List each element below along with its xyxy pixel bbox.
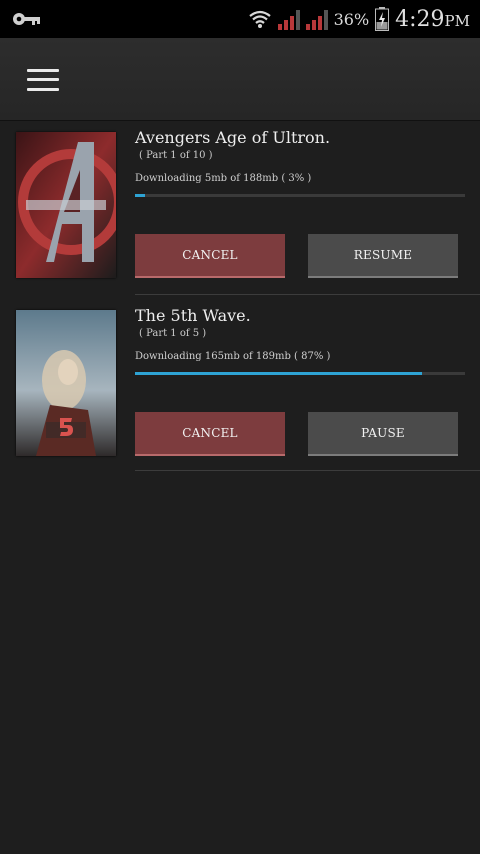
download-item: Avengers Age of Ultron. ( Part 1 of 10 )… bbox=[0, 122, 480, 300]
wifi-icon bbox=[248, 10, 271, 28]
download-status: Downloading 5mb of 188mb ( 3% ) bbox=[135, 173, 312, 184]
divider bbox=[135, 294, 480, 295]
status-bar: 36% 4:29PM bbox=[0, 0, 480, 38]
key-icon bbox=[13, 13, 40, 25]
download-title: The 5th Wave. bbox=[135, 306, 251, 325]
download-part: ( Part 1 of 5 ) bbox=[139, 328, 207, 339]
download-title: Avengers Age of Ultron. bbox=[135, 128, 331, 147]
clock: 4:29PM bbox=[395, 7, 470, 32]
progress-fill bbox=[135, 372, 423, 375]
download-part: ( Part 1 of 10 ) bbox=[139, 150, 213, 161]
action-bar bbox=[0, 38, 480, 121]
resume-button[interactable]: RESUME bbox=[308, 234, 458, 278]
battery-percent: 36% bbox=[333, 9, 370, 29]
download-item: The 5th Wave. ( Part 1 of 5 ) Downloadin… bbox=[0, 300, 480, 478]
divider bbox=[135, 470, 480, 471]
progress-bar bbox=[135, 372, 465, 375]
clock-time: 4:29 bbox=[395, 6, 445, 32]
poster-image bbox=[16, 132, 116, 278]
progress-bar bbox=[135, 194, 465, 197]
signal-icon-1 bbox=[277, 8, 300, 30]
battery-charging-icon bbox=[375, 7, 390, 31]
clock-ampm: PM bbox=[444, 11, 470, 30]
poster-image bbox=[16, 310, 116, 456]
download-status: Downloading 165mb of 189mb ( 87% ) bbox=[135, 351, 331, 362]
signal-icon-2 bbox=[305, 8, 328, 30]
cancel-button[interactable]: CANCEL bbox=[135, 234, 285, 278]
hamburger-menu-icon[interactable] bbox=[27, 69, 59, 91]
cancel-button[interactable]: CANCEL bbox=[135, 412, 285, 456]
progress-fill bbox=[135, 194, 145, 197]
pause-button[interactable]: PAUSE bbox=[308, 412, 458, 456]
